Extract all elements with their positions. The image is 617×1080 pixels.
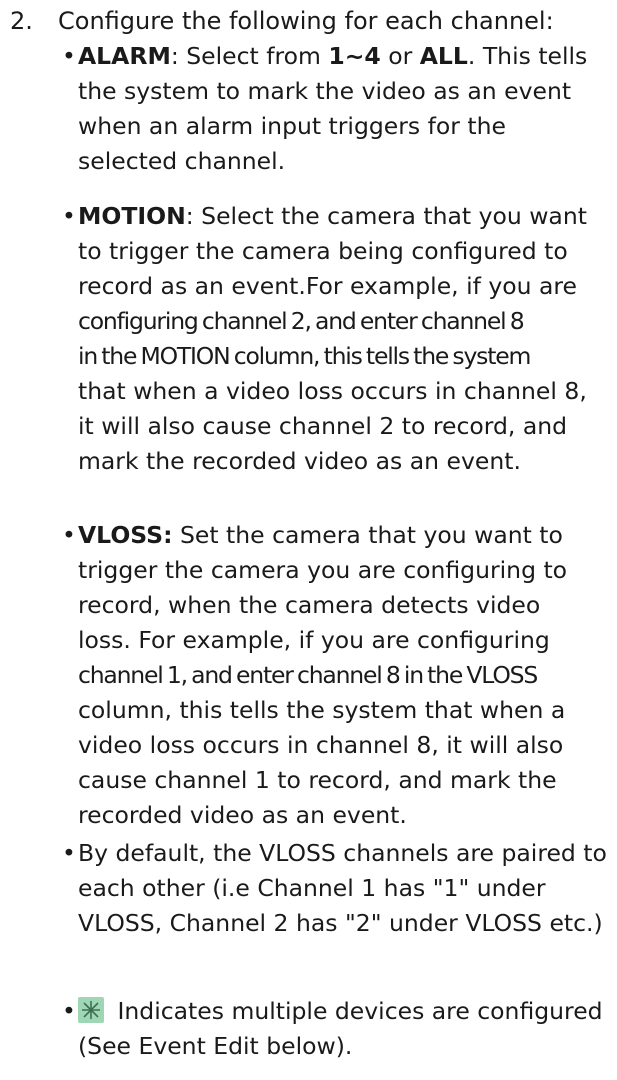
vloss-line-8: cause channel 1 to record, and mark the xyxy=(78,766,557,794)
list-item-motion: • MOTION: Select the camera that you wan… xyxy=(62,199,610,479)
vloss-line-7: video loss occurs in channel 8, it will … xyxy=(78,731,564,759)
alarm-range: 1~4 xyxy=(328,42,381,70)
motion-line-2: to trigger the camera being configured t… xyxy=(78,237,568,265)
motion-line-8: mark the recorded video as an event. xyxy=(78,447,521,475)
list-item-default: • By default, the VLOSS channels are pai… xyxy=(62,836,610,941)
vloss-line-6: column, this tells the system that when … xyxy=(78,696,566,724)
motion-line-1: MOTION: Select the camera that you want xyxy=(78,202,587,230)
term-motion: MOTION xyxy=(78,202,186,230)
step-text: Configure the following for each channel… xyxy=(58,7,554,35)
vloss-line-2: trigger the camera you are configuring t… xyxy=(78,556,568,584)
alarm-text-1: : Select from xyxy=(170,42,329,70)
icon-note-text: Indicates multiple devices are configure… xyxy=(78,997,603,1060)
bullet: • xyxy=(62,202,76,230)
bullet: • xyxy=(62,997,76,1025)
manual-page: 2. Configure the following for each chann… xyxy=(0,0,617,1080)
bullet: • xyxy=(62,839,76,867)
motion-line-7: it will also cause channel 2 to record, … xyxy=(78,412,568,440)
alarm-or: or xyxy=(380,42,420,70)
step-number: 2. xyxy=(10,7,33,35)
default-text: By default, the VLOSS channels are paire… xyxy=(78,839,607,937)
term-alarm: ALARM xyxy=(78,42,171,70)
vloss-line-5: channel 1, and enter channel 8 in the VL… xyxy=(78,661,538,689)
bullet: • xyxy=(62,42,76,70)
multiple-devices-icon xyxy=(78,997,104,1023)
list-item-vloss: • VLOSS: Set the camera that you want to… xyxy=(62,518,610,833)
motion-line-5: in the MOTION column, this tells the sys… xyxy=(78,342,531,370)
vloss-line-4: loss. For example, if you are configurin… xyxy=(78,626,550,654)
motion-line-3: record as an event.For example, if you a… xyxy=(78,272,578,300)
list-item-icon-note: • Indicates multiple devices are configu… xyxy=(62,994,610,1064)
vloss-line-3: record, when the camera detects video xyxy=(78,591,541,619)
motion-line-6: that when a video loss occurs in channel… xyxy=(78,377,587,405)
motion-line-4: configuring channel 2, and enter channel… xyxy=(78,307,525,335)
bullet: • xyxy=(62,521,76,549)
vloss-line-1: VLOSS: Set the camera that you want to xyxy=(78,521,563,549)
step-heading: 2. Configure the following for each chann… xyxy=(10,4,610,38)
list-item-alarm: • ALARM: Select from 1~4 or ALL. This te… xyxy=(62,39,610,179)
alarm-all: ALL xyxy=(419,42,468,70)
vloss-line-9: recorded video as an event. xyxy=(78,801,407,829)
term-vloss: VLOSS: xyxy=(78,521,173,549)
